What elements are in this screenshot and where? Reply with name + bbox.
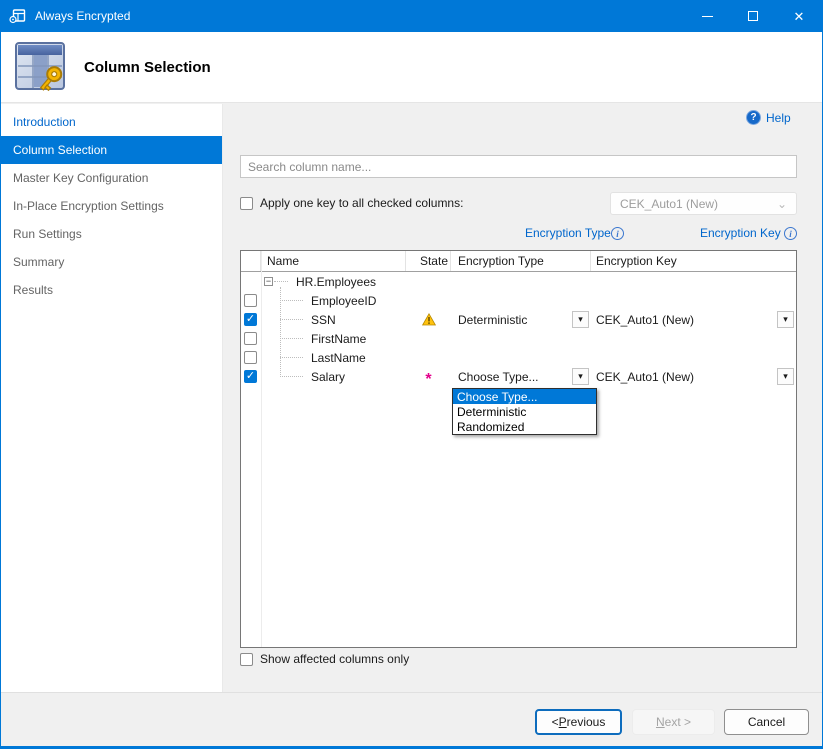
tree-line-stub — [280, 300, 303, 301]
close-button[interactable]: ✕ — [776, 0, 822, 32]
required-asterisk-icon: * — [425, 372, 431, 388]
encryption-key-info-icon[interactable]: i — [784, 227, 797, 240]
grid-header-state: State — [406, 251, 451, 271]
minimize-icon — [702, 16, 713, 17]
column-name: LastName — [311, 351, 366, 365]
column-name: EmployeeID — [311, 294, 376, 308]
sidebar-item-introduction[interactable]: Introduction — [1, 108, 222, 136]
warning-icon — [422, 313, 436, 326]
window-border-left — [0, 0, 1, 749]
encryption-type-dropdown-list: Choose Type... Deterministic Randomized — [452, 388, 597, 435]
cek-master-combobox: CEK_Auto1 (New) ⌄ — [610, 192, 797, 215]
row-checkbox[interactable]: ✓ — [244, 294, 257, 307]
cancel-button[interactable]: Cancel — [724, 709, 809, 735]
show-affected-label: Show affected columns only — [260, 652, 409, 666]
encryption-key-cell[interactable]: CEK_Auto1 (New) ▾ — [591, 367, 796, 386]
minimize-button[interactable] — [684, 0, 730, 32]
help-label: Help — [766, 111, 791, 125]
check-icon: ✓ — [246, 371, 255, 382]
sidebar-item-results: Results — [1, 276, 222, 304]
maximize-icon — [748, 11, 758, 21]
encryption-key-value: CEK_Auto1 (New) — [596, 370, 694, 384]
wizard-steps-sidebar: Introduction Column Selection Master Key… — [1, 104, 223, 692]
apply-one-key-checkbox[interactable]: ✓ — [240, 197, 253, 210]
column-name: FirstName — [311, 332, 366, 346]
dropdown-item-deterministic[interactable]: Deterministic — [453, 404, 596, 419]
help-icon: ? — [746, 110, 761, 125]
sidebar-item-in-place-encryption-settings: In-Place Encryption Settings — [1, 192, 222, 220]
sidebar-item-column-selection[interactable]: Column Selection — [1, 136, 222, 164]
apply-one-key-label: Apply one key to all checked columns: — [260, 196, 463, 210]
encryption-type-info-icon[interactable]: i — [611, 227, 624, 240]
dropdown-arrow-icon[interactable]: ▾ — [572, 311, 589, 328]
column-name: SSN — [311, 313, 336, 327]
previous-label-rest: revious — [567, 715, 606, 729]
encryption-key-cell[interactable]: CEK_Auto1 (New) ▾ — [591, 310, 796, 329]
row-checkbox[interactable]: ✓ — [244, 332, 257, 345]
footer-bar: < Previous Next > Cancel — [1, 692, 822, 746]
table-row-lastname: ✓ LastName — [241, 348, 796, 367]
sidebar-item-summary: Summary — [1, 248, 222, 276]
sidebar-item-master-key-configuration: Master Key Configuration — [1, 164, 222, 192]
table-row-employeeid: ✓ EmployeeID — [241, 291, 796, 310]
dropdown-item-choose-type[interactable]: Choose Type... — [453, 389, 596, 404]
table-key-icon — [13, 40, 69, 96]
encryption-key-link[interactable]: Encryption Key — [700, 226, 781, 240]
tree-line-stub — [280, 357, 303, 358]
show-affected-checkbox[interactable]: ✓ — [240, 653, 253, 666]
column-name: Salary — [311, 370, 345, 384]
table-row-salary: ✓ Salary * Choose Type... ▾ CEK_Auto1 (N… — [241, 367, 796, 386]
table-row-ssn: ✓ SSN Deterministic ▾ CEK_Auto1 (New) ▾ — [241, 310, 796, 329]
help-link[interactable]: ? Help — [746, 110, 791, 125]
always-encrypted-app-icon — [9, 7, 27, 25]
encryption-key-value: CEK_Auto1 (New) — [596, 313, 694, 327]
tree-line-group — [274, 281, 288, 282]
always-encrypted-wizard-window: Always Encrypted ✕ — [0, 0, 823, 749]
group-name: HR.Employees — [296, 275, 376, 289]
window-title: Always Encrypted — [35, 9, 130, 23]
encryption-type-value: Choose Type... — [458, 370, 539, 384]
maximize-button[interactable] — [730, 0, 776, 32]
check-icon: ✓ — [246, 314, 255, 325]
close-icon: ✕ — [794, 10, 805, 23]
next-button: Next > — [632, 709, 715, 735]
search-input[interactable] — [240, 155, 797, 178]
columns-grid: Name State Encryption Type Encryption Ke… — [240, 250, 797, 648]
dropdown-arrow-icon[interactable]: ▾ — [777, 311, 794, 328]
titlebar: Always Encrypted ✕ — [0, 0, 823, 32]
previous-label-prefix: < — [552, 715, 559, 729]
tree-line-stub — [280, 319, 303, 320]
previous-label-accesskey: P — [559, 715, 567, 729]
grid-header-encryption-type: Encryption Type — [451, 251, 591, 271]
table-row-group: − HR.Employees — [241, 272, 796, 291]
next-label-rest: ext > — [665, 715, 691, 729]
encryption-type-cell[interactable]: Deterministic ▾ — [451, 310, 591, 329]
sidebar-item-run-settings: Run Settings — [1, 220, 222, 248]
collapse-icon[interactable]: − — [264, 277, 273, 286]
encryption-type-link[interactable]: Encryption Type — [525, 226, 611, 240]
page-title: Column Selection — [84, 59, 211, 76]
grid-header-encryption-key: Encryption Key — [591, 251, 796, 271]
dropdown-arrow-icon[interactable]: ▾ — [572, 368, 589, 385]
page-header: Column Selection — [1, 32, 822, 103]
grid-header-row: Name State Encryption Type Encryption Ke… — [241, 251, 796, 272]
tree-line-stub — [280, 338, 303, 339]
next-label-accesskey: N — [656, 715, 665, 729]
grid-header-checkbox — [241, 251, 261, 271]
cek-master-value: CEK_Auto1 (New) — [620, 197, 718, 211]
tree-line-stub — [280, 376, 303, 377]
dropdown-arrow-icon[interactable]: ▾ — [777, 368, 794, 385]
grid-header-name: Name — [261, 251, 406, 271]
row-checkbox[interactable]: ✓ — [244, 313, 257, 326]
row-checkbox[interactable]: ✓ — [244, 370, 257, 383]
chevron-down-icon: ⌄ — [777, 201, 787, 207]
previous-button[interactable]: < Previous — [535, 709, 622, 735]
encryption-type-cell[interactable]: Choose Type... ▾ — [451, 367, 591, 386]
row-checkbox[interactable]: ✓ — [244, 351, 257, 364]
table-row-firstname: ✓ FirstName — [241, 329, 796, 348]
dropdown-item-randomized[interactable]: Randomized — [453, 419, 596, 434]
encryption-type-value: Deterministic — [458, 313, 527, 327]
